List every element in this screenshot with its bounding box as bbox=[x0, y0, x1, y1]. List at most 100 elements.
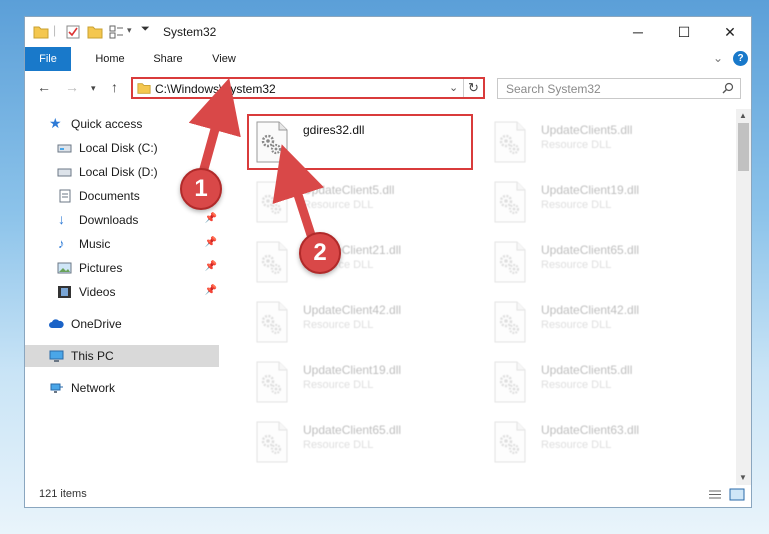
file-item[interactable]: UpdateClient19.dll Resource DLL bbox=[487, 177, 717, 231]
details-view-icon[interactable] bbox=[707, 488, 723, 501]
maximize-button[interactable]: ☐ bbox=[661, 17, 707, 47]
title-bar: | ▾ ⏷ System32 ─ ☐ ✕ bbox=[25, 17, 751, 47]
file-type: Resource DLL bbox=[303, 439, 374, 451]
file-name: UpdateClient65.dll bbox=[541, 243, 640, 257]
up-arrow-icon[interactable]: ↑ bbox=[111, 79, 118, 95]
drive-icon bbox=[57, 168, 72, 177]
address-bar[interactable]: C:\Windows\System32 ⌄ ↻ bbox=[131, 77, 485, 99]
nav-item-local-disk-c[interactable]: Local Disk (C:) bbox=[25, 137, 219, 159]
nav-item-label: Network bbox=[71, 381, 116, 395]
nav-item-downloads[interactable]: ↓ Downloads 📌 bbox=[25, 209, 219, 231]
nav-item-label: OneDrive bbox=[71, 317, 122, 331]
nav-item-label: Local Disk (D:) bbox=[79, 165, 158, 179]
minimize-button[interactable]: ─ bbox=[615, 17, 661, 47]
dll-file-icon bbox=[494, 121, 526, 163]
callout-badge-2: 2 bbox=[299, 232, 341, 274]
tab-home[interactable]: Home bbox=[87, 47, 133, 71]
file-item[interactable]: UpdateClient21.dll Resource DLL bbox=[249, 237, 479, 291]
search-icon[interactable] bbox=[722, 82, 734, 94]
file-item[interactable]: UpdateClient65.dll Resource DLL bbox=[487, 237, 717, 291]
nav-item-label: Music bbox=[79, 237, 111, 251]
address-dropdown-icon[interactable]: ⌄ bbox=[449, 81, 458, 94]
file-list: gdires32.dll UpdateClient5.dll Resource DL… bbox=[239, 109, 739, 481]
address-path: C:\Windows\System32 bbox=[155, 82, 276, 96]
folder-icon bbox=[33, 26, 49, 39]
highlight-box bbox=[247, 114, 473, 170]
nav-item-label: Local Disk (C:) bbox=[79, 141, 158, 155]
expand-ribbon-icon[interactable]: ⌄ bbox=[713, 51, 723, 65]
file-name: UpdateClient5.dll bbox=[541, 363, 633, 377]
star-icon: ★ bbox=[49, 115, 62, 131]
file-type: Resource DLL bbox=[303, 319, 374, 331]
scrollbar-thumb[interactable] bbox=[738, 123, 749, 171]
nav-item-pictures[interactable]: Pictures 📌 bbox=[25, 257, 219, 279]
file-name: UpdateClient65.dll bbox=[303, 423, 402, 437]
nav-item-label: Downloads bbox=[79, 213, 139, 227]
divider bbox=[463, 79, 464, 97]
quick-access-dropdown-icon[interactable]: ⏷ bbox=[141, 23, 150, 36]
dll-file-icon bbox=[494, 301, 526, 343]
properties-icon[interactable] bbox=[65, 24, 81, 40]
file-item[interactable]: UpdateClient42.dll Resource DLL bbox=[249, 297, 479, 351]
scroll-down-icon[interactable]: ▼ bbox=[739, 473, 747, 482]
help-icon[interactable]: ? bbox=[733, 51, 748, 66]
tab-file[interactable]: File bbox=[25, 47, 71, 71]
nav-item-quick-access[interactable]: ★ Quick access bbox=[25, 113, 219, 135]
navigation-pane: ★ Quick access Local Disk (C:) Local Dis… bbox=[25, 113, 219, 483]
file-type: Resource DLL bbox=[541, 439, 612, 451]
file-type: Resource DLL bbox=[541, 319, 612, 331]
large-icons-view-icon[interactable] bbox=[729, 488, 745, 501]
nav-item-network[interactable]: Network bbox=[25, 377, 219, 399]
tab-share[interactable]: Share bbox=[145, 47, 191, 71]
videos-icon bbox=[58, 286, 71, 298]
file-type: Resource DLL bbox=[541, 379, 612, 391]
file-item[interactable]: UpdateClient5.dll Resource DLL bbox=[487, 117, 717, 171]
file-item[interactable]: UpdateClient5.dll Resource DLL bbox=[249, 177, 479, 231]
nav-item-label: Videos bbox=[79, 285, 116, 299]
folder-icon bbox=[137, 83, 151, 94]
window-title: System32 bbox=[163, 25, 217, 39]
dll-file-icon bbox=[494, 361, 526, 403]
dll-file-icon bbox=[494, 181, 526, 223]
pictures-icon bbox=[57, 262, 72, 274]
file-item[interactable]: gdires32.dll bbox=[247, 114, 479, 171]
file-type: Resource DLL bbox=[541, 139, 612, 151]
customize-toolbar-icon[interactable] bbox=[109, 24, 125, 40]
pin-icon[interactable]: 📌 bbox=[205, 261, 217, 272]
file-name: UpdateClient19.dll bbox=[541, 183, 640, 197]
vertical-scrollbar[interactable]: ▲ ▼ bbox=[736, 109, 751, 485]
search-placeholder: Search System32 bbox=[506, 82, 601, 96]
file-item[interactable]: UpdateClient19.dll Resource DLL bbox=[249, 357, 479, 411]
pin-icon[interactable]: 📌 bbox=[205, 285, 217, 296]
documents-icon bbox=[59, 189, 71, 203]
pin-icon[interactable]: 📌 bbox=[205, 213, 217, 224]
item-count: 121 items bbox=[39, 488, 87, 500]
close-button[interactable]: ✕ bbox=[707, 17, 753, 47]
back-arrow-icon[interactable]: ← bbox=[37, 79, 51, 95]
new-folder-icon[interactable] bbox=[87, 24, 103, 40]
file-item[interactable]: UpdateClient63.dll Resource DLL bbox=[487, 417, 717, 471]
refresh-icon[interactable]: ↻ bbox=[468, 80, 479, 96]
file-name: UpdateClient42.dll bbox=[541, 303, 640, 317]
chevron-down-icon[interactable]: ▾ bbox=[127, 25, 132, 36]
drive-icon bbox=[57, 144, 72, 153]
dll-file-icon bbox=[256, 181, 288, 223]
nav-item-label: Documents bbox=[79, 189, 140, 203]
file-name: UpdateClient5.dll bbox=[303, 183, 395, 197]
file-item[interactable]: UpdateClient65.dll Resource DLL bbox=[249, 417, 479, 471]
file-item[interactable]: UpdateClient5.dll Resource DLL bbox=[487, 357, 717, 411]
nav-item-this-pc[interactable]: This PC bbox=[25, 345, 219, 367]
recent-locations-icon[interactable]: ▾ bbox=[91, 83, 96, 94]
callout-badge-1: 1 bbox=[180, 168, 222, 210]
search-input[interactable]: Search System32 bbox=[497, 78, 741, 99]
nav-item-music[interactable]: ♪ Music 📌 bbox=[25, 233, 219, 255]
tab-view[interactable]: View bbox=[201, 47, 247, 71]
divider: | bbox=[53, 23, 57, 37]
forward-arrow-icon[interactable]: → bbox=[65, 79, 79, 95]
scroll-up-icon[interactable]: ▲ bbox=[739, 111, 747, 120]
nav-item-videos[interactable]: Videos 📌 bbox=[25, 281, 219, 303]
file-item[interactable]: UpdateClient42.dll Resource DLL bbox=[487, 297, 717, 351]
nav-item-onedrive[interactable]: OneDrive bbox=[25, 313, 219, 335]
pin-icon[interactable]: 📌 bbox=[205, 237, 217, 248]
nav-item-label: This PC bbox=[71, 349, 114, 363]
